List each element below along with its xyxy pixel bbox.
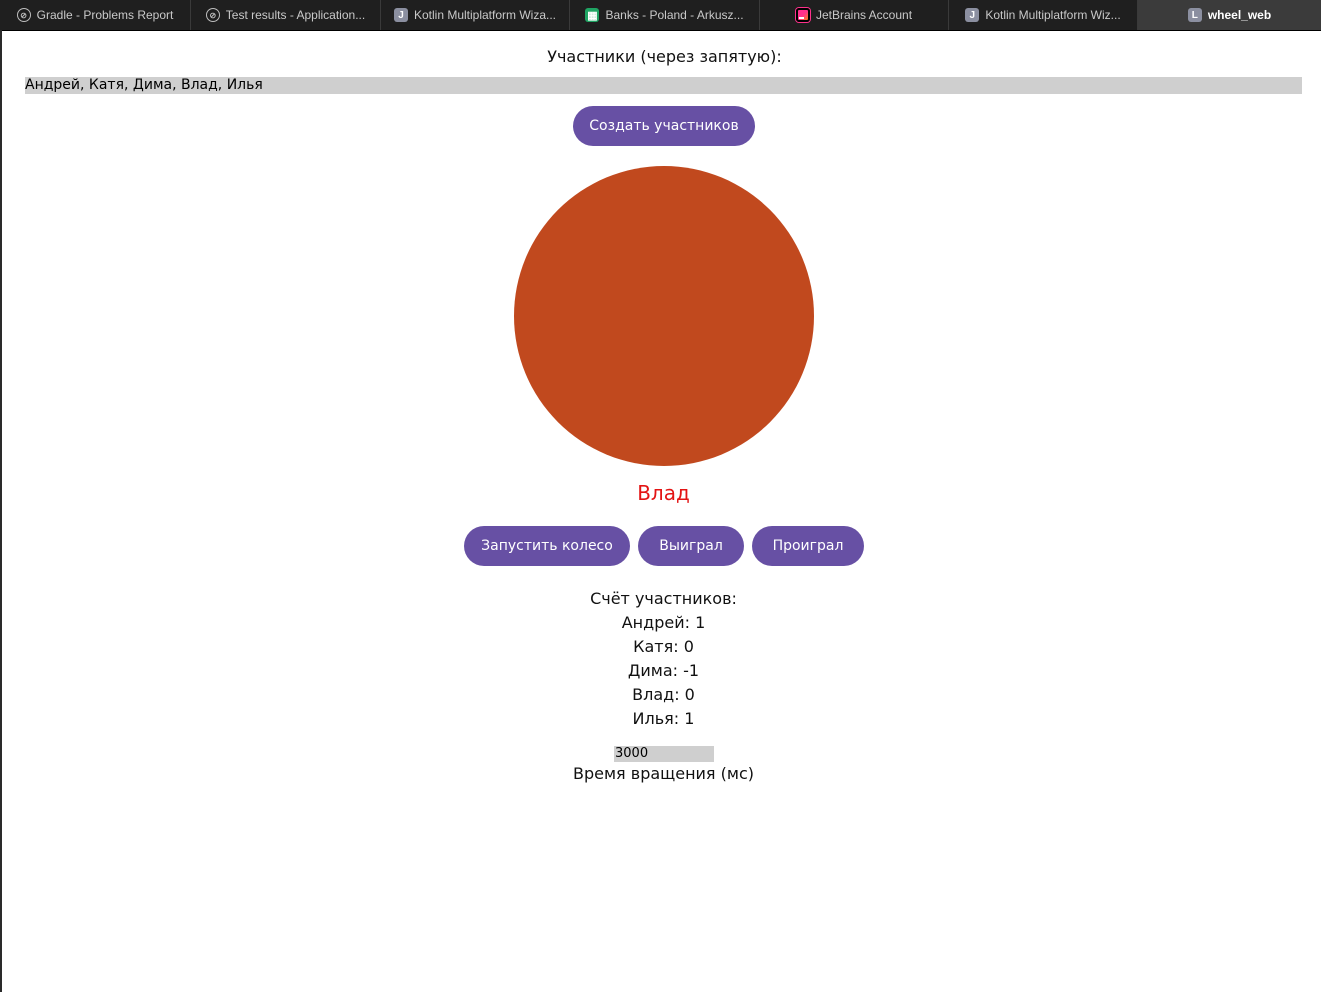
score-entry: Влад: 0 (632, 685, 695, 704)
spin-wheel-button[interactable]: Запустить колесо (464, 526, 630, 566)
tab-title: wheel_web (1207, 8, 1272, 22)
browser-tab[interactable]: ⊘ Test results - Application... (191, 0, 381, 30)
winner-name: Влад (637, 481, 690, 505)
browser-tab[interactable]: JetBrains Account (760, 0, 949, 30)
tab-title: Banks - Poland - Arkusz... (605, 8, 744, 22)
letter-j-icon: J (393, 8, 408, 22)
browser-tab[interactable]: J Kotlin Multiplatform Wiza... (381, 0, 570, 30)
tab-title: Test results - Application... (225, 8, 366, 22)
tab-title: JetBrains Account (815, 8, 913, 22)
create-participants-button[interactable]: Создать участников (573, 106, 755, 146)
score-entry: Андрей: 1 (621, 613, 706, 632)
page-content: Участники (через запятую): Создать участ… (2, 31, 1321, 992)
tab-title: Kotlin Multiplatform Wiza... (413, 8, 557, 22)
scores-block: Счёт участников: Андрей: 1 Катя: 0 Дима:… (2, 587, 1321, 731)
sheets-icon: ▦ (585, 8, 600, 22)
letter-l-icon: L (1187, 8, 1202, 22)
tab-title: Gradle - Problems Report (36, 8, 174, 22)
jetbrains-icon (795, 8, 810, 22)
wheel (514, 166, 814, 466)
score-entry: Катя: 0 (633, 637, 694, 656)
participants-label: Участники (через запятую): (547, 47, 782, 66)
spin-duration-input[interactable] (614, 746, 714, 762)
score-entry: Илья: 1 (632, 709, 695, 728)
browser-tab-active[interactable]: L wheel_web (1138, 0, 1321, 30)
compass-icon: ⊘ (16, 8, 31, 22)
browser-tab-bar: ⊘ Gradle - Problems Report ⊘ Test result… (0, 0, 1321, 31)
compass-icon: ⊘ (205, 8, 220, 22)
tab-title: Kotlin Multiplatform Wiz... (985, 8, 1121, 22)
letter-j-icon: J (965, 8, 980, 22)
lost-button[interactable]: Проиграл (752, 526, 864, 566)
participants-input[interactable] (25, 77, 1302, 94)
scores-title: Счёт участников: (590, 589, 737, 608)
browser-tab[interactable]: ▦ Banks - Poland - Arkusz... (570, 0, 760, 30)
browser-tab[interactable]: ⊘ Gradle - Problems Report (0, 0, 191, 30)
won-button[interactable]: Выиграл (638, 526, 744, 566)
browser-tab[interactable]: J Kotlin Multiplatform Wiz... (949, 0, 1138, 30)
spin-duration-label: Время вращения (мс) (573, 764, 754, 783)
score-entry: Дима: -1 (627, 661, 700, 680)
